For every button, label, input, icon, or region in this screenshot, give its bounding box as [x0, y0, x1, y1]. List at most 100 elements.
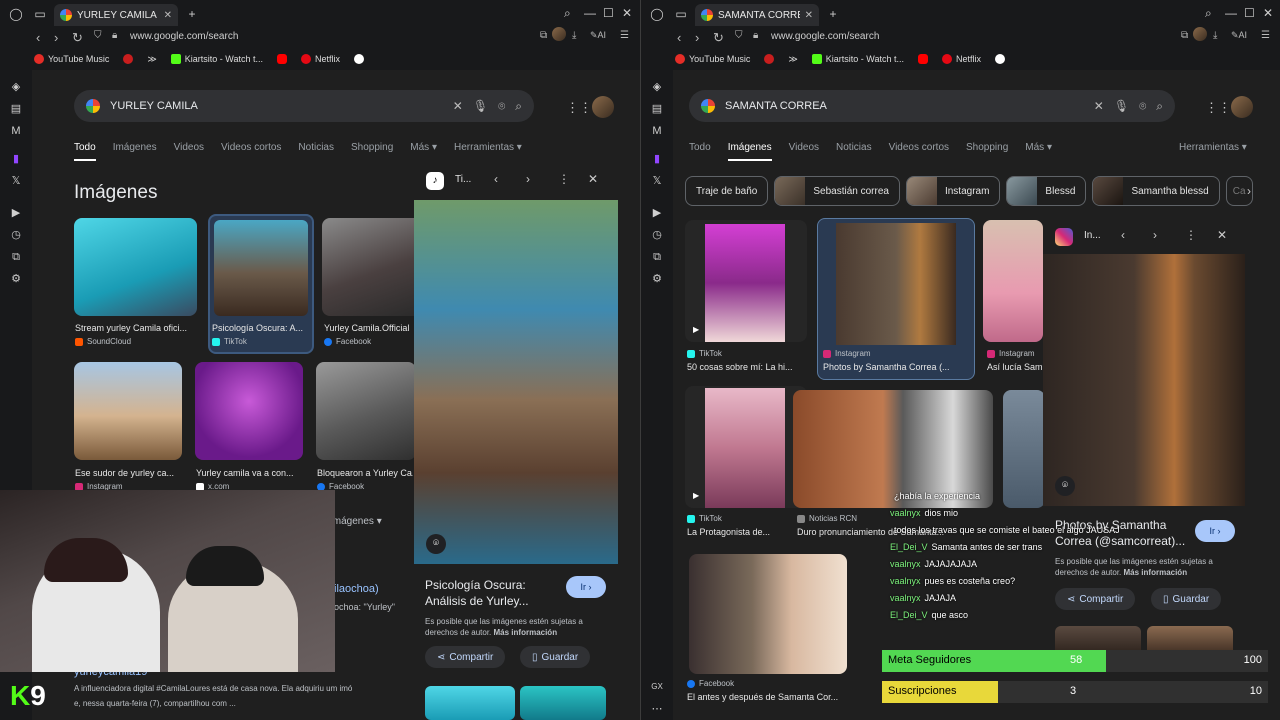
tab-videos[interactable]: Videos — [789, 142, 819, 161]
tab-active[interactable]: SAMANTA CORREA - Busc ✕ — [695, 4, 819, 26]
close-window-icon[interactable]: ✕ — [1263, 6, 1273, 20]
chip-blessd[interactable]: Blessd — [1006, 176, 1087, 206]
tab-shopping[interactable]: Shopping — [966, 142, 1008, 161]
browser-logo-icon[interactable]: ◯ — [8, 6, 24, 22]
extensions-icon[interactable]: ⧉ — [540, 30, 547, 41]
result-caption[interactable]: Bloquearon a Yurley Ca... — [317, 468, 413, 478]
panel-source-label[interactable]: Ti... — [455, 174, 471, 185]
settings-icon[interactable]: ⚙ — [9, 272, 23, 286]
image-result-1[interactable] — [74, 218, 197, 316]
tab-herramientas[interactable]: Herramientas ▾ — [1179, 142, 1247, 161]
tab-switcher-icon[interactable]: ▭ — [32, 6, 48, 22]
result-caption[interactable]: Yurley camila va a con... — [196, 468, 301, 478]
tab-imagenes[interactable]: Imágenes — [727, 142, 772, 161]
x-icon[interactable]: 𝕏 — [9, 174, 23, 188]
bookmark-github[interactable] — [354, 54, 364, 64]
shield-icon[interactable]: ⛉ — [94, 30, 102, 41]
tab-videos-cortos[interactable]: Videos cortos — [889, 142, 949, 161]
more-images-link[interactable]: Imágenes ▾ — [330, 516, 382, 527]
tab-mas[interactable]: Más ▾ — [1025, 142, 1052, 161]
clear-icon[interactable]: ✕ — [453, 99, 463, 113]
bookmark-red-icon[interactable] — [764, 54, 775, 64]
tab-herramientas[interactable]: Herramientas ▾ — [454, 142, 522, 161]
result-source[interactable]: Facebook — [324, 337, 371, 346]
url-field[interactable]: www.google.com/search — [771, 31, 879, 42]
search-input[interactable]: YURLEY CAMILA ✕ 🎙︎ ⌾ ⌕ — [74, 90, 534, 122]
microphone-icon[interactable]: 🎙︎ — [473, 99, 488, 113]
browser-logo-icon[interactable]: ◯ — [649, 6, 665, 22]
new-tab-icon[interactable]: + — [184, 6, 200, 22]
lens-search-icon[interactable]: ⌾ — [426, 534, 446, 554]
tab-noticias[interactable]: Noticias — [836, 142, 872, 161]
tab-switcher-icon[interactable]: ▭ — [673, 6, 689, 22]
profile-avatar[interactable] — [552, 27, 566, 41]
result-caption[interactable]: Ese sudor de yurley ca... — [75, 468, 180, 478]
twitch-icon[interactable]: ▮ — [9, 152, 23, 166]
image-result-1[interactable]: ▶ — [685, 220, 807, 342]
previous-icon[interactable]: ‹ — [1121, 228, 1125, 242]
chip-traje-de-bano[interactable]: Traje de baño — [685, 176, 769, 206]
bookmark-youtube[interactable] — [917, 54, 928, 64]
bookmark-github[interactable] — [995, 54, 1005, 64]
lens-icon[interactable]: ⌾ — [1139, 99, 1146, 114]
tab-imagenes[interactable]: Imágenes — [113, 142, 157, 161]
tab-todo[interactable]: Todo — [74, 142, 96, 161]
reload-icon[interactable]: ↻ — [713, 30, 724, 46]
sidebar-icon-2[interactable]: ▤ — [9, 102, 23, 116]
sidebar-icon-3[interactable]: M — [650, 124, 664, 138]
bookmark-netflix[interactable]: Netflix — [941, 54, 981, 64]
tab-mas[interactable]: Más ▾ — [410, 142, 437, 161]
previous-icon[interactable]: ‹ — [494, 172, 498, 186]
clear-icon[interactable]: ✕ — [1094, 99, 1104, 113]
bookmark-youtube[interactable] — [276, 54, 287, 64]
close-panel-icon[interactable]: ✕ — [588, 172, 598, 186]
search-tabs-icon[interactable]: ⌕ — [564, 6, 571, 21]
search-query[interactable]: YURLEY CAMILA — [110, 100, 443, 112]
result-caption[interactable]: Stream yurley Camila ofici... — [75, 323, 197, 333]
shield-icon[interactable]: ⛉ — [735, 30, 743, 41]
image-result-3[interactable] — [983, 220, 1043, 342]
image-result-4[interactable] — [74, 362, 182, 460]
gx-icon[interactable]: GX — [650, 680, 664, 694]
search-input[interactable]: SAMANTA CORREA ✕ 🎙︎ ⌾ ⌕ — [689, 90, 1175, 122]
account-avatar[interactable] — [592, 96, 614, 118]
settings-icon[interactable]: ⚙ — [650, 272, 664, 286]
sidebar-icon-2[interactable]: ▤ — [650, 102, 664, 116]
result-source[interactable]: TikTok — [687, 514, 722, 523]
apps-grid-icon[interactable]: ⋮⋮ — [1205, 100, 1231, 116]
next-icon[interactable]: › — [526, 172, 530, 186]
forward-icon[interactable]: › — [54, 30, 58, 45]
bookmarks-overflow-icon[interactable]: ≫ — [788, 54, 797, 65]
player-icon[interactable]: ▶ — [9, 206, 23, 220]
result-source[interactable]: Instagram — [823, 349, 871, 358]
ai-button[interactable]: ✎AI — [590, 30, 606, 41]
forward-icon[interactable]: › — [695, 30, 699, 45]
panel-title-line2[interactable]: Análisis de Yurley... — [425, 594, 529, 608]
microphone-icon[interactable]: 🎙︎ — [1114, 99, 1129, 113]
menu-icon[interactable]: ☰ — [1261, 30, 1270, 41]
tab-active[interactable]: YURLEY CAMILA - Buscar ✕ — [54, 4, 178, 26]
account-avatar[interactable] — [1231, 96, 1253, 118]
bookmark-kiartsito[interactable]: Kiartsito - Watch t... — [170, 54, 263, 64]
result-source[interactable]: TikTok — [212, 337, 247, 346]
more-info-link[interactable]: Más información — [1124, 568, 1188, 577]
bookmark-red-icon[interactable] — [123, 54, 134, 64]
sidebar-icon-1[interactable]: ◈ — [650, 80, 664, 94]
close-tab-icon[interactable]: ✕ — [164, 10, 172, 21]
sidebar-icon-3[interactable]: M — [9, 124, 23, 138]
apps-grid-icon[interactable]: ⋮⋮ — [566, 100, 592, 116]
chip-samantha-blessd[interactable]: Samantha blessd — [1092, 176, 1220, 206]
go-button[interactable]: Ir › — [1195, 520, 1235, 542]
image-result-3[interactable] — [322, 218, 422, 316]
related-image-1[interactable] — [425, 686, 515, 720]
close-tab-icon[interactable]: ✕ — [805, 10, 813, 21]
search-tabs-icon[interactable]: ⌕ — [1205, 6, 1212, 21]
result-caption[interactable]: Photos by Samantha Correa (... — [823, 362, 963, 372]
download-icon[interactable]: ⤓ — [572, 30, 576, 41]
image-result-5[interactable] — [195, 362, 303, 460]
maximize-icon[interactable]: ☐ — [1244, 6, 1255, 20]
related-image-2[interactable] — [520, 686, 606, 720]
save-button[interactable]: ▯ Guardar — [520, 646, 591, 668]
result-source[interactable]: TikTok — [687, 349, 722, 358]
tab-noticias[interactable]: Noticias — [298, 142, 334, 161]
